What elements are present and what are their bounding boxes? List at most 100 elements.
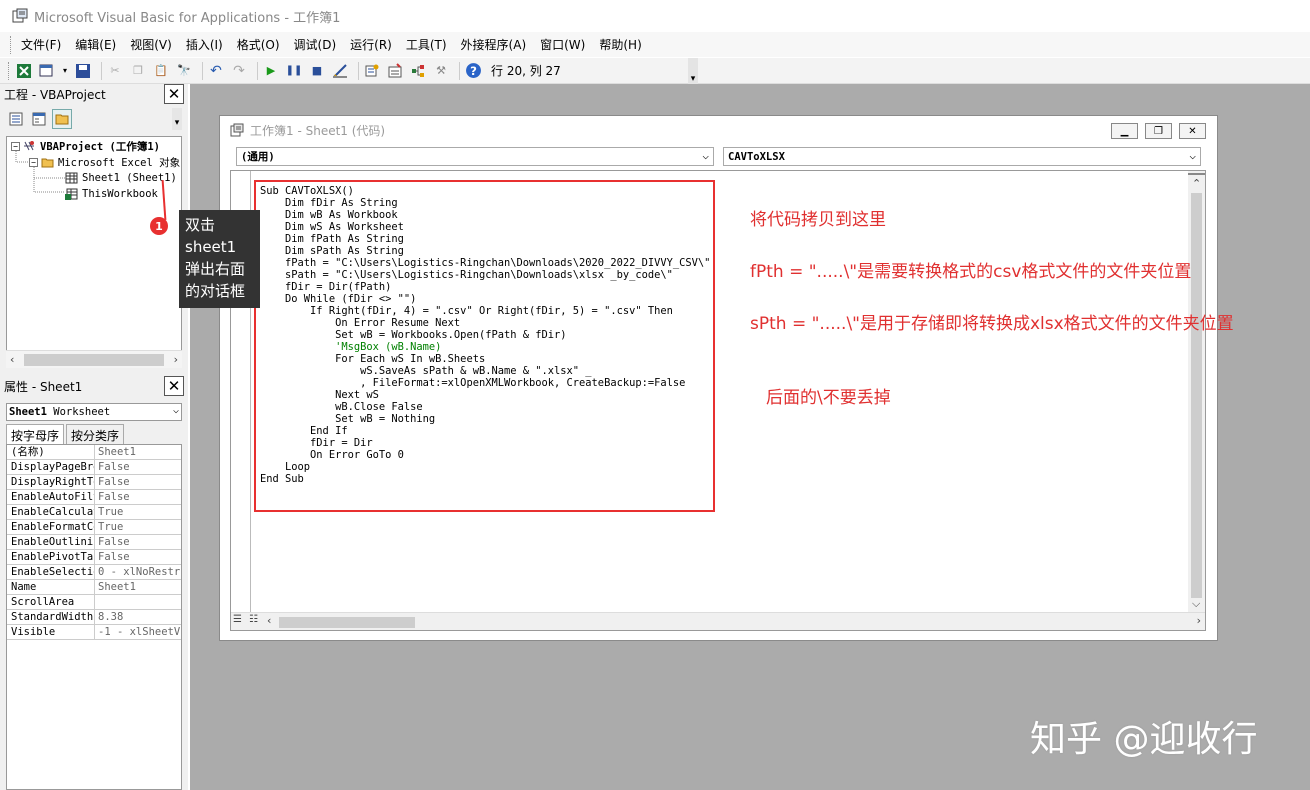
- chevron-down-icon[interactable]: ⌵: [702, 149, 709, 162]
- reset-icon[interactable]: ■: [308, 62, 326, 80]
- menu-tools[interactable]: 工具(T): [406, 36, 447, 53]
- scroll-thumb[interactable]: [1191, 193, 1202, 598]
- property-row[interactable]: Visible -1 - xlSheetV: [7, 625, 181, 640]
- insert-userform-icon[interactable]: [38, 62, 56, 80]
- property-row[interactable]: DisplayRightTo False: [7, 475, 181, 490]
- property-value[interactable]: False: [95, 535, 181, 549]
- menu-run[interactable]: 运行(R): [350, 36, 392, 53]
- property-row[interactable]: EnableAutoFilt False: [7, 490, 181, 505]
- view-object-icon[interactable]: [29, 109, 49, 129]
- scroll-thumb[interactable]: [24, 354, 164, 366]
- menu-addins[interactable]: 外接程序(A): [461, 36, 527, 53]
- property-value[interactable]: False: [95, 475, 181, 489]
- procedure-view-icon[interactable]: ☰: [233, 614, 242, 625]
- help-icon[interactable]: ?: [464, 62, 482, 80]
- menu-insert[interactable]: 插入(I): [186, 36, 223, 53]
- chevron-down-icon[interactable]: ⌵: [1189, 149, 1196, 162]
- menu-window[interactable]: 窗口(W): [540, 36, 585, 53]
- toggle-folders-icon[interactable]: [52, 109, 72, 129]
- scroll-down-icon[interactable]: ⌵: [1192, 597, 1200, 611]
- property-value[interactable]: False: [95, 550, 181, 564]
- undo-icon[interactable]: ↶: [207, 62, 225, 80]
- menu-file[interactable]: 文件(F): [21, 36, 61, 53]
- menu-format[interactable]: 格式(O): [237, 36, 280, 53]
- property-row[interactable]: DisplayPageBre False: [7, 460, 181, 475]
- property-value[interactable]: 8.38: [95, 610, 181, 624]
- menu-help[interactable]: 帮助(H): [599, 36, 641, 53]
- property-row[interactable]: ScrollArea: [7, 595, 181, 610]
- find-icon[interactable]: 🔭: [175, 62, 193, 80]
- object-select[interactable]: Sheet1 Worksheet ⌵: [6, 403, 182, 421]
- tree-node-sheet1[interactable]: Sheet1 (Sheet1): [65, 170, 177, 186]
- object-browser-icon[interactable]: [409, 62, 427, 80]
- toolbar-area: [698, 58, 1310, 84]
- copy-icon[interactable]: ❐: [129, 62, 147, 80]
- svg-text:?: ?: [470, 64, 477, 78]
- procedure-combo[interactable]: CAVToXLSX ⌵: [723, 147, 1201, 166]
- code-window-titlebar: 工作簿1 - Sheet1 (代码) ▁ ❐ ✕: [220, 116, 1217, 144]
- property-value[interactable]: False: [95, 460, 181, 474]
- property-row[interactable]: EnableCalculat True: [7, 505, 181, 520]
- chevron-down-icon[interactable]: ⌵: [173, 405, 179, 416]
- restore-button[interactable]: ❐: [1145, 123, 1172, 139]
- note-copy-code: 将代码拷贝到这里: [750, 210, 886, 230]
- project-pane-close-icon[interactable]: ✕: [164, 84, 184, 104]
- minimize-button[interactable]: ▁: [1111, 123, 1138, 139]
- full-module-view-icon[interactable]: ☷: [249, 614, 258, 625]
- project-tree-hscroll[interactable]: ‹ ›: [6, 350, 182, 368]
- split-bar[interactable]: [1188, 169, 1205, 175]
- excel-view-icon[interactable]: [15, 62, 33, 80]
- properties-window-icon[interactable]: [386, 62, 404, 80]
- property-value[interactable]: 0 - xlNoRestr: [95, 565, 181, 579]
- run-icon[interactable]: ▶: [262, 62, 280, 80]
- property-value[interactable]: -1 - xlSheetV: [95, 625, 181, 639]
- note-fpth: fPth = ".....\"是需要转换格式的csv格式文件的文件夹位置: [750, 262, 1192, 282]
- scroll-right-icon[interactable]: ›: [1197, 614, 1201, 627]
- scroll-thumb[interactable]: [279, 617, 415, 628]
- code-vscroll[interactable]: ⌃ ⌵: [1188, 171, 1205, 613]
- property-value[interactable]: Sheet1: [95, 445, 181, 459]
- design-mode-icon[interactable]: [331, 62, 349, 80]
- save-icon[interactable]: [74, 62, 92, 80]
- object-select-name: Sheet1: [9, 406, 47, 418]
- paste-icon[interactable]: 📋: [152, 62, 170, 80]
- cut-icon[interactable]: ✂: [106, 62, 124, 80]
- property-row[interactable]: EnableFormatCo True: [7, 520, 181, 535]
- break-icon[interactable]: ❚❚: [285, 62, 303, 80]
- property-value[interactable]: Sheet1: [95, 580, 181, 594]
- toolbar-options-icon[interactable]: ▾: [688, 58, 698, 84]
- property-value[interactable]: False: [95, 490, 181, 504]
- project-toolbar-options-icon[interactable]: ▾: [172, 108, 182, 130]
- property-row[interactable]: EnablePivotTab False: [7, 550, 181, 565]
- property-row[interactable]: (名称) Sheet1: [7, 445, 181, 460]
- property-row[interactable]: Name Sheet1: [7, 580, 181, 595]
- scroll-up-icon[interactable]: ⌃: [1192, 177, 1201, 190]
- scroll-right-icon[interactable]: ›: [174, 353, 178, 366]
- toolbar-separator: [459, 61, 460, 80]
- tree-node-thisworkbook[interactable]: ThisWorkbook: [65, 186, 158, 202]
- menu-edit[interactable]: 编辑(E): [75, 36, 116, 53]
- menu-view[interactable]: 视图(V): [130, 36, 172, 53]
- close-button[interactable]: ✕: [1179, 123, 1206, 139]
- dropdown-icon[interactable]: ▾: [61, 62, 69, 80]
- property-row[interactable]: StandardWidth 8.38: [7, 610, 181, 625]
- menu-debug[interactable]: 调试(D): [294, 36, 337, 53]
- property-row[interactable]: EnableOutlinin False: [7, 535, 181, 550]
- code-hscroll[interactable]: ☰ ☷ ‹ ›: [231, 612, 1205, 630]
- property-name: EnableOutlinin: [7, 535, 95, 549]
- properties-pane-title: 属性 - Sheet1: [4, 379, 83, 394]
- property-value[interactable]: True: [95, 520, 181, 534]
- scroll-left-icon[interactable]: ‹: [10, 353, 14, 366]
- tab-categorized[interactable]: 按分类序: [66, 424, 125, 444]
- toolbox-icon[interactable]: ⚒: [432, 62, 450, 80]
- property-value[interactable]: [95, 595, 181, 609]
- project-explorer-icon[interactable]: [363, 62, 381, 80]
- properties-pane-close-icon[interactable]: ✕: [164, 376, 184, 396]
- object-combo[interactable]: (通用) ⌵: [236, 147, 714, 166]
- scroll-left-icon[interactable]: ‹: [267, 614, 271, 627]
- property-row[interactable]: EnableSelectio 0 - xlNoRestr: [7, 565, 181, 580]
- property-value[interactable]: True: [95, 505, 181, 519]
- tab-alphabetic[interactable]: 按字母序: [6, 424, 65, 444]
- view-code-icon[interactable]: [6, 109, 26, 129]
- redo-icon[interactable]: ↷: [230, 62, 248, 80]
